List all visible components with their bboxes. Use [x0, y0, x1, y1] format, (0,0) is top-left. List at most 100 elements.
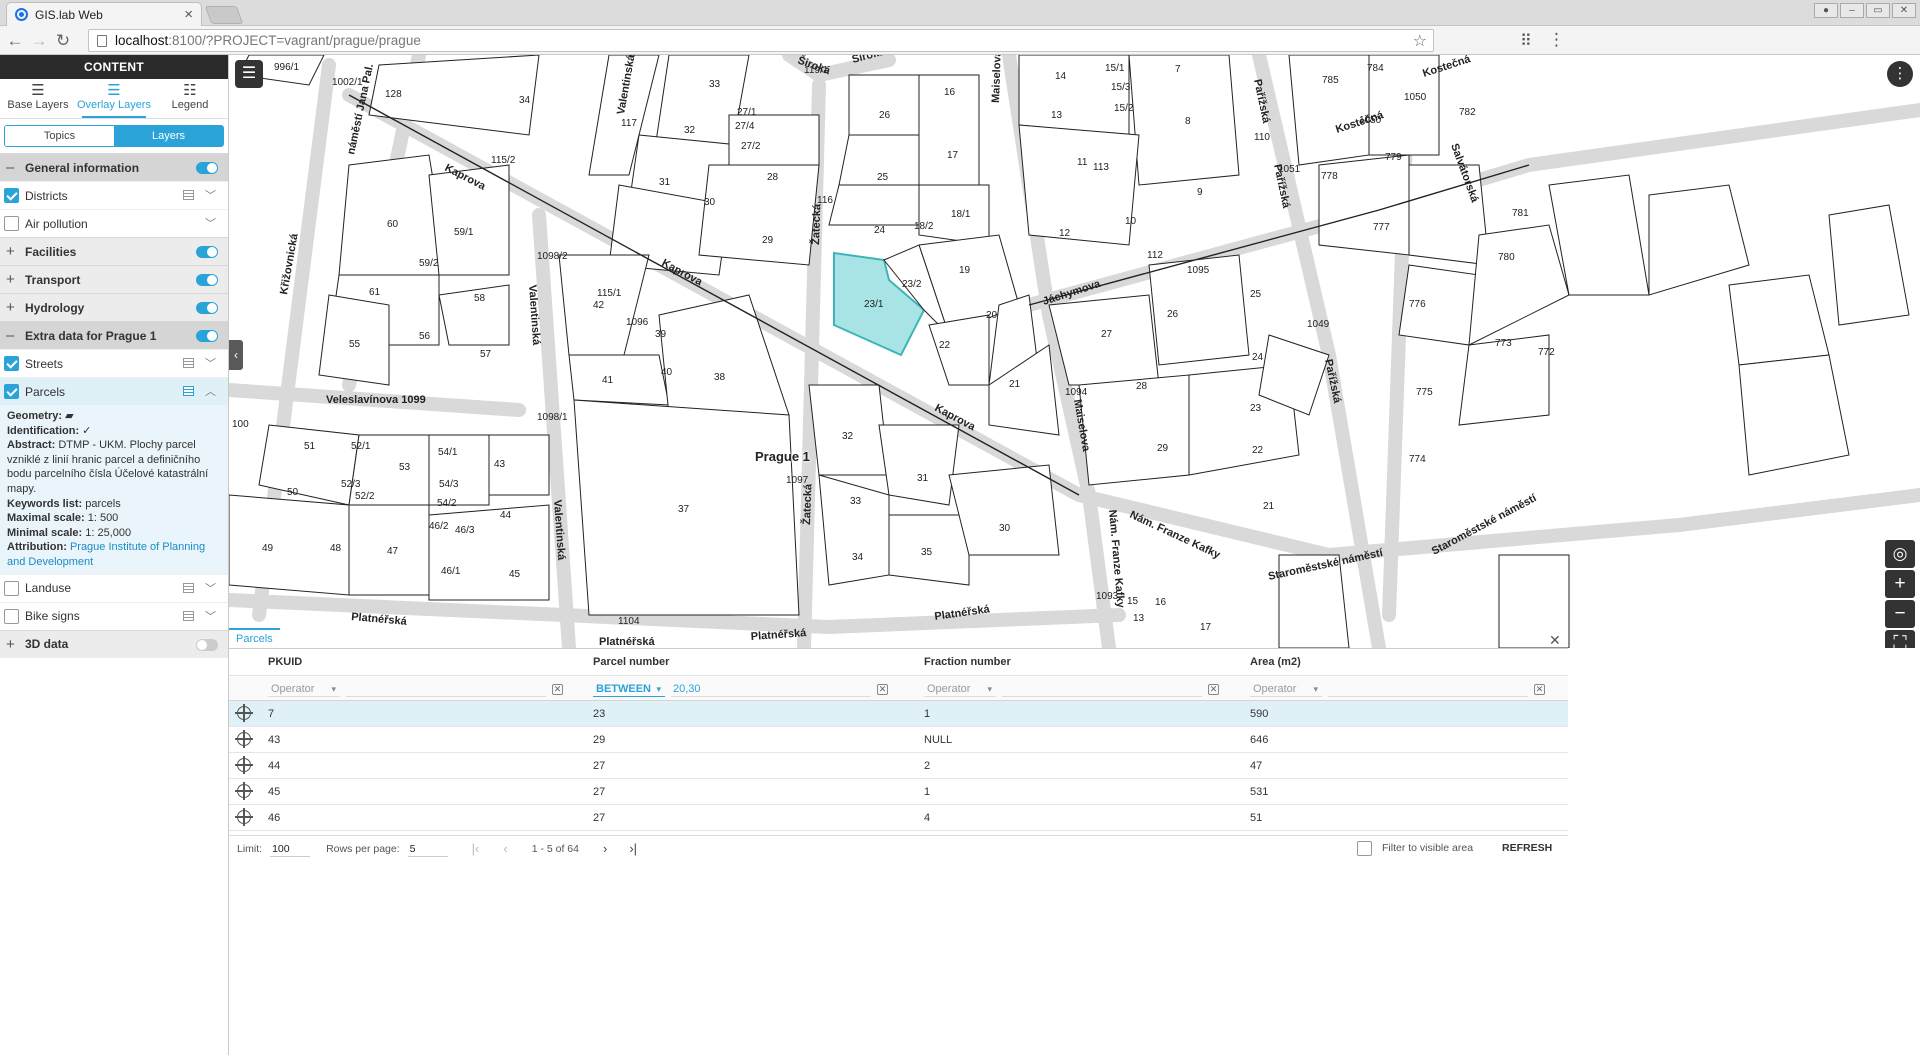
clear-filter-icon[interactable]: ✕: [1534, 683, 1545, 695]
group-visibility-toggle[interactable]: [196, 162, 218, 174]
sidebar-collapse-handle[interactable]: ‹: [229, 340, 243, 370]
next-page-icon[interactable]: ›: [603, 841, 607, 856]
filter-value-input[interactable]: [346, 681, 546, 697]
column-header[interactable]: PKUID: [229, 649, 593, 675]
geolocate-icon[interactable]: ◎: [1885, 540, 1915, 568]
table-row[interactable]: 44 27 2 47: [229, 753, 1568, 779]
column-header[interactable]: Area (m2): [1250, 649, 1568, 675]
browser-menu-icon[interactable]: ⋮: [1548, 30, 1565, 50]
segment-layers[interactable]: Layers: [114, 126, 223, 146]
operator-select[interactable]: Operator: [268, 681, 340, 697]
collapse-icon[interactable]: –: [6, 327, 20, 344]
clear-filter-icon[interactable]: ✕: [1208, 683, 1219, 695]
fullscreen-icon[interactable]: ⛶: [1885, 630, 1915, 648]
layer-checkbox[interactable]: [4, 384, 19, 399]
table-close-icon[interactable]: ✕: [1549, 632, 1561, 649]
group-visibility-toggle[interactable]: [196, 274, 218, 286]
tab-base-layers[interactable]: ☰ Base Layers: [0, 79, 76, 118]
user-icon[interactable]: ●: [1814, 3, 1838, 18]
layer-streets[interactable]: Streets ﹀: [0, 349, 228, 377]
expand-icon[interactable]: +: [6, 271, 20, 288]
table-row[interactable]: 7 23 1 590: [229, 701, 1568, 727]
attribute-table-icon[interactable]: [183, 358, 194, 368]
zoom-out-button[interactable]: −: [1885, 600, 1915, 628]
group-hydrology[interactable]: + Hydrology: [0, 293, 228, 321]
table-row[interactable]: 46 27 4 51: [229, 805, 1568, 831]
group-visibility-toggle[interactable]: [196, 246, 218, 258]
map-canvas[interactable]: 996/1 34 33 32 31 30 28 29 26 16 25 17 2…: [229, 55, 1920, 648]
layer-districts[interactable]: Districts ﹀: [0, 181, 228, 209]
layer-checkbox[interactable]: [4, 580, 19, 596]
address-bar[interactable]: localhost:8100/?PROJECT=vagrant/prague/p…: [88, 29, 1434, 52]
filter-value-input[interactable]: [1328, 681, 1528, 697]
zoom-in-button[interactable]: +: [1885, 570, 1915, 598]
clear-filter-icon[interactable]: ✕: [552, 683, 563, 695]
layer-checkbox[interactable]: [4, 608, 19, 624]
zoom-to-feature-icon[interactable]: [235, 756, 253, 774]
limit-input[interactable]: 100: [270, 841, 311, 857]
back-arrow-icon[interactable]: ←: [4, 30, 26, 52]
close-window-icon[interactable]: ✕: [1892, 3, 1916, 18]
new-tab-button[interactable]: [204, 6, 244, 24]
attribute-table-icon[interactable]: [183, 582, 194, 593]
table-row[interactable]: 43 29 NULL 646: [229, 727, 1568, 753]
last-page-icon[interactable]: ›|: [629, 841, 637, 856]
reload-icon[interactable]: ↻: [52, 30, 74, 52]
forward-arrow-icon[interactable]: →: [28, 30, 50, 52]
layer-checkbox[interactable]: [4, 356, 19, 371]
filter-value-input[interactable]: 20,30: [671, 681, 871, 697]
layer-air-pollution[interactable]: Air pollution ﹀: [0, 209, 228, 237]
column-header[interactable]: Parcel number: [593, 649, 924, 675]
expand-icon[interactable]: +: [6, 636, 20, 653]
chevron-down-icon[interactable]: ﹀: [205, 355, 216, 371]
group-visibility-toggle[interactable]: [196, 638, 218, 651]
operator-select[interactable]: BETWEEN: [593, 681, 665, 697]
chevron-down-icon[interactable]: ﹀: [205, 187, 216, 203]
clear-filter-icon[interactable]: ✕: [877, 683, 888, 695]
zoom-to-feature-icon[interactable]: [235, 782, 253, 800]
attribute-table-icon[interactable]: [183, 386, 194, 396]
group-extra-data-prague-1[interactable]: – Extra data for Prague 1: [0, 321, 228, 349]
zoom-to-feature-icon[interactable]: [235, 704, 253, 722]
layer-checkbox[interactable]: [4, 216, 19, 231]
chevron-down-icon[interactable]: ﹀: [205, 608, 216, 624]
tab-legend[interactable]: ☷ Legend: [152, 79, 228, 118]
minimize-icon[interactable]: –: [1840, 3, 1864, 18]
group-transport[interactable]: + Transport: [0, 265, 228, 293]
map-options-icon[interactable]: ⋮: [1887, 61, 1913, 87]
segment-topics[interactable]: Topics: [5, 126, 114, 146]
collapse-icon[interactable]: –: [6, 159, 20, 176]
rows-per-page-input[interactable]: 5: [407, 841, 448, 857]
tab-close-icon[interactable]: ×: [184, 6, 193, 23]
refresh-button[interactable]: REFRESH: [1502, 842, 1552, 854]
operator-select[interactable]: Operator: [924, 681, 996, 697]
chevron-down-icon[interactable]: ﹀: [205, 215, 216, 231]
apps-grid-icon[interactable]: ⠿: [1520, 31, 1532, 51]
zoom-to-feature-icon[interactable]: [235, 808, 253, 826]
attribute-table-tab[interactable]: Parcels: [229, 628, 280, 648]
column-header[interactable]: Fraction number: [924, 649, 1250, 675]
attribute-table-icon[interactable]: [183, 190, 194, 200]
group-facilities[interactable]: + Facilities: [0, 237, 228, 265]
filter-visible-area-checkbox[interactable]: [1357, 841, 1372, 856]
expand-icon[interactable]: +: [6, 243, 20, 260]
group-visibility-toggle[interactable]: [196, 330, 218, 342]
group-visibility-toggle[interactable]: [196, 302, 218, 314]
layer-landuse[interactable]: Landuse ﹀: [0, 573, 228, 602]
tab-overlay-layers[interactable]: ☰ Overlay Layers: [76, 79, 152, 118]
browser-tab[interactable]: GIS.lab Web ×: [6, 2, 202, 26]
group-3d-data[interactable]: + 3D data: [0, 629, 228, 658]
first-page-icon[interactable]: |‹: [472, 841, 480, 856]
layer-checkbox[interactable]: [4, 188, 19, 203]
operator-select[interactable]: Operator: [1250, 681, 1322, 697]
bookmark-star-icon[interactable]: ☆: [1413, 31, 1427, 51]
table-row[interactable]: 45 27 1 531: [229, 779, 1568, 805]
zoom-to-feature-icon[interactable]: [235, 730, 253, 748]
previous-page-icon[interactable]: ‹: [503, 841, 507, 856]
layer-parcels[interactable]: Parcels ︿: [0, 377, 228, 405]
chevron-up-icon[interactable]: ︿: [205, 383, 216, 399]
map-menu-button[interactable]: ☰: [235, 60, 263, 88]
attribute-table-icon[interactable]: [183, 610, 194, 621]
filter-value-input[interactable]: [1002, 681, 1202, 697]
expand-icon[interactable]: +: [6, 299, 20, 316]
